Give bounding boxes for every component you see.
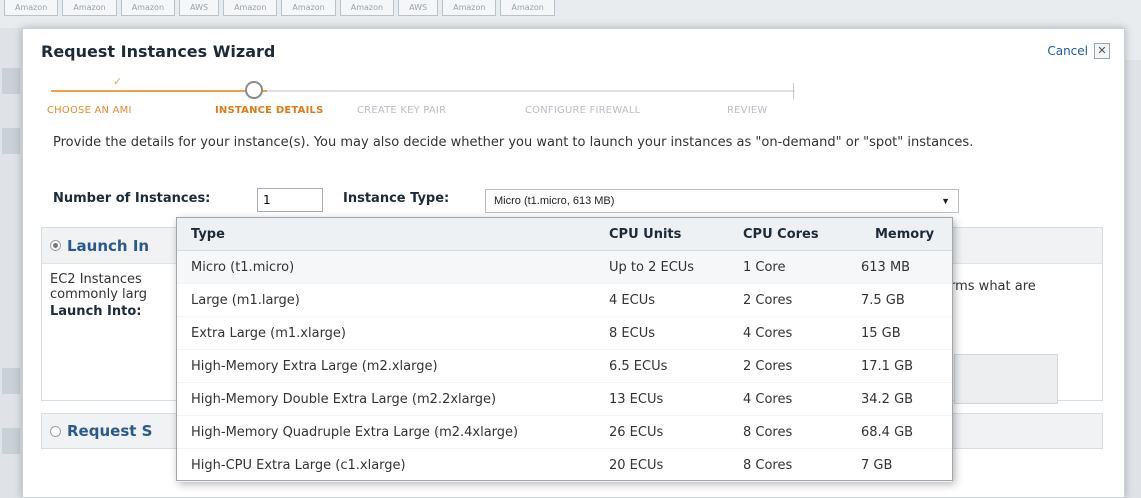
launch-into-label: Launch Into: [50,304,142,319]
step-instance-details: INSTANCE DETAILS [215,105,324,116]
number-of-instances-label: Number of Instances: [53,191,211,206]
option-type: High-Memory Double Extra Large (m2.2xlar… [191,392,497,407]
browser-tab[interactable]: Amazon [4,0,59,16]
instance-type-option[interactable]: Extra Large (m1.xlarge) 8 ECUs 4 Cores 1… [177,317,952,350]
option-cpu-units: 6.5 ECUs [609,359,668,374]
column-header-cpu-cores: CPU Cores [743,227,819,242]
option-memory: 7 GB [861,458,893,473]
instance-type-option[interactable]: High-Memory Extra Large (m2.xlarge) 6.5 … [177,350,952,383]
browser-tab[interactable]: Amazon [281,0,336,16]
request-spot-title: Request S [67,422,153,440]
cancel-controls: Cancel ✕ [1047,43,1110,59]
instance-type-option[interactable]: High-CPU Extra Large (c1.xlarge) 20 ECUs… [177,449,952,482]
option-cpu-cores: 2 Cores [743,359,793,374]
instance-type-option[interactable]: High-Memory Double Extra Large (m2.2xlar… [177,383,952,416]
option-type: High-Memory Extra Large (m2.xlarge) [191,359,438,374]
option-memory: 34.2 GB [861,392,914,407]
option-cpu-cores: 8 Cores [743,425,793,440]
browser-tab[interactable]: Amazon [442,0,497,16]
browser-tab[interactable]: Amazon [339,0,395,16]
option-memory: 17.1 GB [861,359,914,374]
option-type: High-CPU Extra Large (c1.xlarge) [191,458,406,473]
instance-type-option[interactable]: Micro (t1.micro) Up to 2 ECUs 1 Core 613… [177,251,952,284]
ec2-description-line: commonly larg [50,287,148,302]
request-spot-radio[interactable] [50,425,61,437]
progress-line-remaining [267,90,795,92]
option-memory: 15 GB [861,326,901,341]
browser-tab[interactable]: Amazon [62,0,117,16]
dialog-title: Request Instances Wizard [41,41,276,61]
option-type: Micro (t1.micro) [191,260,295,275]
cancel-link[interactable]: Cancel [1047,44,1088,58]
instance-type-selected-value: Micro (t1.micro, 613 MB) [494,195,615,207]
launch-instances-radio[interactable] [50,240,61,251]
close-icon[interactable]: ✕ [1094,43,1110,59]
intro-text: Provide the details for your instance(s)… [53,135,974,150]
wizard-progress: ✓ CHOOSE AN AMI INSTANCE DETAILS CREATE … [41,73,801,129]
instance-type-label: Instance Type: [343,191,450,206]
launch-instances-title: Launch In [67,236,150,255]
option-cpu-units: Up to 2 ECUs [609,260,695,275]
progress-end-tick [793,83,794,99]
step-create-key-pair: CREATE KEY PAIR [357,105,447,116]
browser-tab[interactable]: AWS [179,0,220,16]
step-choose-ami: CHOOSE AN AMI [47,105,132,116]
dropdown-arrow-icon[interactable]: ▼ [941,196,950,206]
option-type: Large (m1.large) [191,293,300,308]
column-header-memory: Memory [875,227,935,242]
launch-into-field[interactable] [954,354,1058,404]
option-cpu-units: 20 ECUs [609,458,664,473]
progress-line-complete [51,90,267,92]
instance-type-select[interactable]: Micro (t1.micro, 613 MB) ▼ [485,189,959,213]
dialog-header: Request Instances Wizard Cancel ✕ [23,29,1124,73]
instance-type-option[interactable]: Large (m1.large) 4 ECUs 2 Cores 7.5 GB [177,284,952,317]
browser-tab[interactable]: Amazon [223,0,278,16]
option-cpu-cores: 2 Cores [743,293,793,308]
instance-type-option[interactable]: High-Memory Quadruple Extra Large (m2.4x… [177,416,952,449]
option-cpu-cores: 4 Cores [743,392,793,407]
option-cpu-cores: 1 Core [743,260,786,275]
number-of-instances-input[interactable] [257,188,323,212]
dropdown-header-row: Type CPU Units CPU Cores Memory [177,218,952,251]
step-configure-firewall: CONFIGURE FIREWALL [525,105,641,116]
option-cpu-units: 4 ECUs [609,293,655,308]
option-memory: 68.4 GB [861,425,914,440]
browser-tab-strip: Amazon Amazon Amazon AWS Amazon Amazon A… [0,0,830,22]
background-page-left [0,28,22,498]
option-cpu-cores: 8 Cores [743,458,793,473]
column-header-cpu-units: CPU Units [609,227,682,242]
instance-form-row: Number of Instances: Instance Type: Micr… [23,185,1123,217]
ec2-description: EC2 Instances commonly larg [50,272,147,302]
browser-tab[interactable]: Amazon [500,0,555,16]
option-cpu-cores: 4 Cores [743,326,793,341]
option-type: High-Memory Quadruple Extra Large (m2.4x… [191,425,519,440]
option-cpu-units: 13 ECUs [609,392,664,407]
option-cpu-units: 8 ECUs [609,326,655,341]
ec2-description-right: rms what are [950,279,1036,294]
checkmark-icon: ✓ [113,75,123,88]
option-type: Extra Large (m1.xlarge) [191,326,347,341]
step-review: REVIEW [727,105,768,116]
current-step-circle [245,81,263,99]
browser-tab[interactable]: Amazon [120,0,176,16]
option-cpu-units: 26 ECUs [609,425,664,440]
option-memory: 613 MB [861,260,911,275]
column-header-type: Type [191,227,225,242]
ec2-description-line: EC2 Instances [50,272,142,287]
option-memory: 7.5 GB [861,293,905,308]
browser-tab[interactable]: AWS [398,0,439,16]
instance-type-dropdown-list: Type CPU Units CPU Cores Memory Micro (t… [176,217,953,482]
